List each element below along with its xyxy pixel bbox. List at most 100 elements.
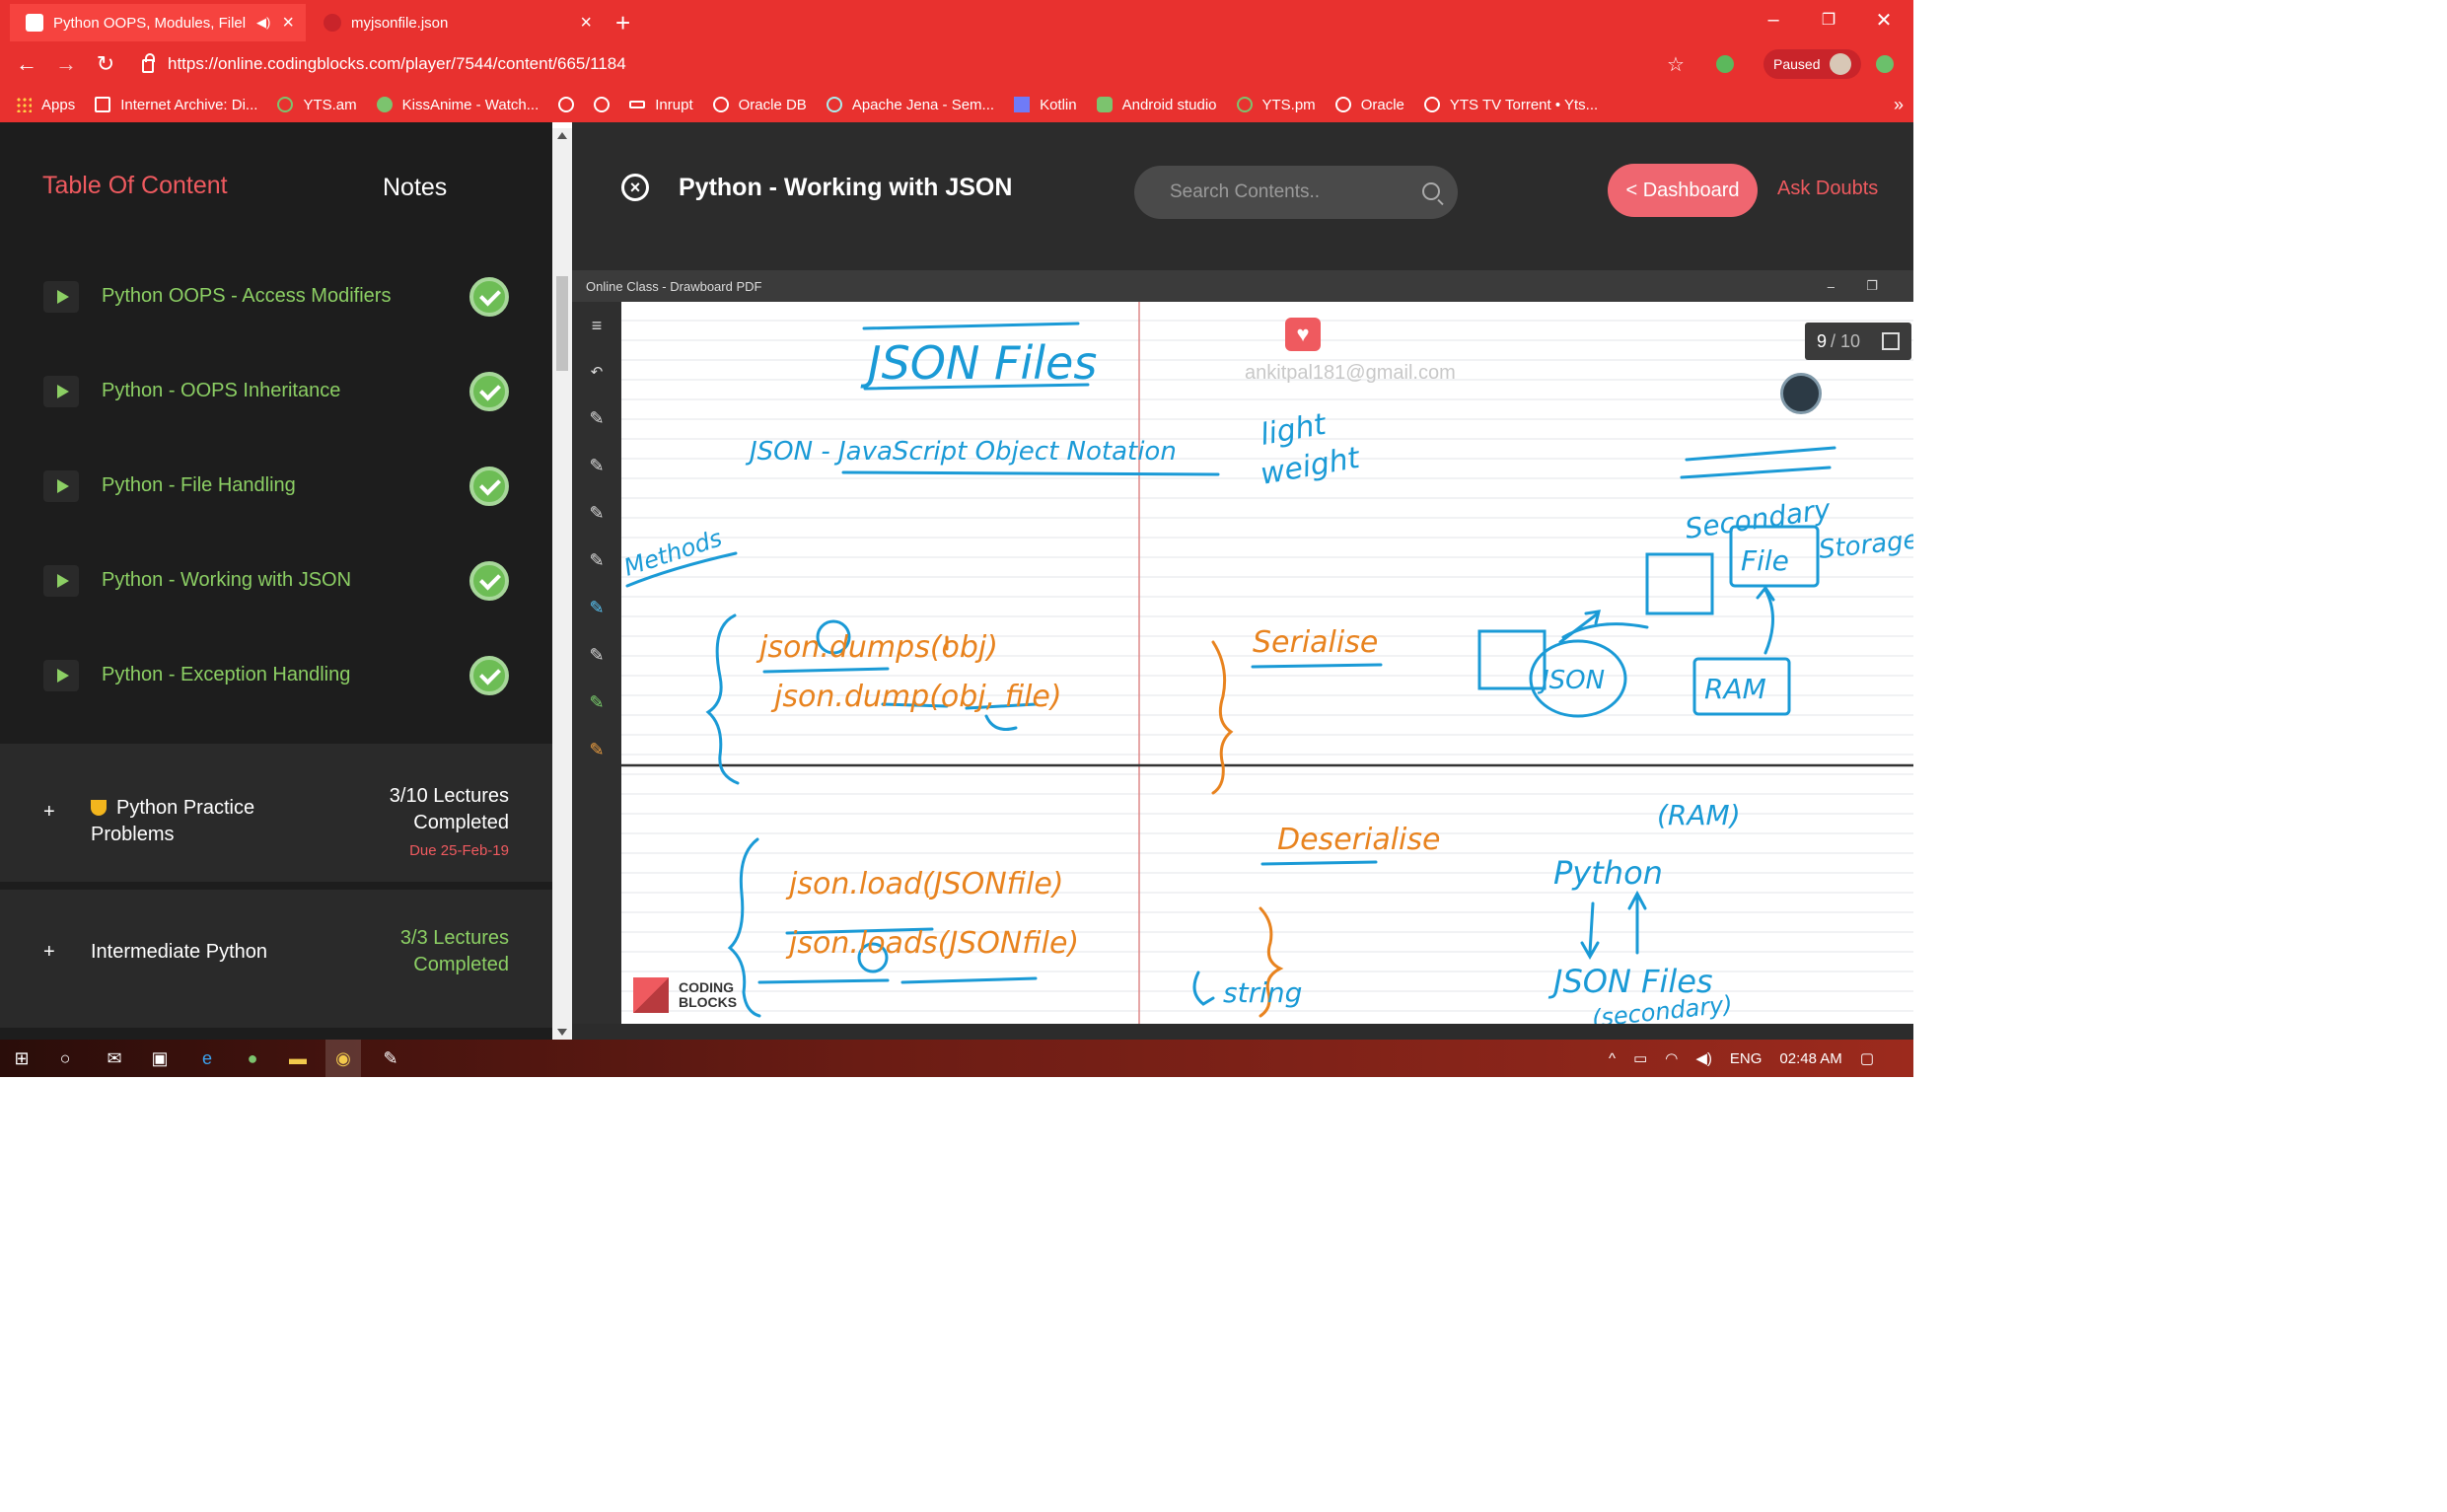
bookmark-label: Oracle DB [738, 96, 807, 113]
bookmark-kissanime[interactable]: KissAnime - Watch... [376, 97, 539, 113]
new-tab-button[interactable]: + [615, 4, 655, 41]
mail-taskbar-button[interactable]: ✉ [103, 1046, 126, 1070]
bookmark-label: YTS TV Torrent • Yts... [1449, 96, 1599, 113]
bookmark-label: YTS.pm [1261, 96, 1316, 113]
yts-icon [277, 97, 294, 112]
cortana-button[interactable]: ○ [53, 1046, 77, 1070]
minimize-button[interactable]: – [1746, 0, 1801, 39]
search-placeholder: Search Contents.. [1170, 181, 1321, 202]
logo-line: BLOCKS [679, 994, 738, 1010]
bookmark-apps[interactable]: Apps [16, 97, 75, 113]
lesson-item[interactable]: Python - File Handling [0, 433, 552, 528]
bookmark-oracle[interactable]: Oracle [1334, 97, 1404, 113]
ask-doubts-link[interactable]: Ask Doubts [1777, 178, 1878, 200]
back-button[interactable]: ← [12, 49, 41, 79]
chrome-taskbar-button[interactable]: ◉ [325, 1040, 361, 1077]
section-python-practice-problems[interactable]: + Python Practice Problems 3/10 Lectures… [0, 744, 552, 882]
bookmark-oracle-db[interactable]: Oracle DB [712, 96, 807, 113]
sidebar: Table Of Content Notes Python OOPS - Acc… [0, 122, 552, 1040]
more-bookmarks-button[interactable]: » [1894, 95, 1904, 115]
reload-button[interactable]: ↻ [91, 49, 120, 79]
page-indicator[interactable]: 9 / 10 [1805, 323, 1911, 360]
close-player-button[interactable]: × [621, 174, 649, 201]
close-window-button[interactable]: ✕ [1856, 0, 1911, 39]
progress-line: 3/10 Lectures [389, 785, 509, 807]
bookmark-label: Internet Archive: Di... [120, 96, 258, 113]
bookmark-globe[interactable] [558, 97, 575, 112]
bookmark-internet-archive[interactable]: Internet Archive: Di... [95, 97, 257, 113]
lesson-item[interactable]: Python - OOPS Inheritance [0, 338, 552, 433]
file-explorer-taskbar-button[interactable]: ▬ [286, 1046, 310, 1070]
section-intermediate-python[interactable]: + Intermediate Python 3/3 Lectures Compl… [0, 890, 552, 1028]
volume-icon[interactable]: ◀) [1695, 1049, 1712, 1067]
tab-title: Python OOPS, Modules, Filel [53, 14, 247, 32]
bookmark-yts-am[interactable]: YTS.am [277, 97, 357, 113]
scroll-up-icon[interactable] [557, 132, 567, 139]
progress-line: Completed [413, 954, 509, 975]
bookmarks-bar: Apps Internet Archive: Di... YTS.am Kiss… [0, 87, 1913, 122]
edge-taskbar-button[interactable]: e [195, 1046, 219, 1070]
lesson-item[interactable]: Python OOPS - Access Modifiers [0, 244, 552, 338]
plus-icon: + [615, 7, 631, 37]
torrent-taskbar-button[interactable]: ● [241, 1046, 264, 1070]
language-indicator[interactable]: ENG [1730, 1050, 1763, 1067]
scrollbar-thumb[interactable] [556, 276, 568, 371]
avatar [1830, 53, 1852, 75]
tab-notes[interactable]: Notes [383, 174, 447, 202]
tab-myjsonfile[interactable]: myjsonfile.json × [308, 4, 604, 41]
address-bar[interactable]: https://online.codingblocks.com/player/7… [142, 47, 1700, 81]
bookmark-kotlin[interactable]: Kotlin [1014, 97, 1077, 113]
document-taskbar-button[interactable]: ✎ [379, 1046, 402, 1070]
speaker-icon[interactable]: ◀) [256, 15, 270, 31]
forward-button[interactable]: → [51, 49, 81, 79]
search-icon[interactable] [1422, 182, 1440, 200]
restore-button[interactable]: ❐ [1801, 0, 1856, 39]
profile-paused-button[interactable]: Paused [1763, 49, 1862, 79]
app-taskbar-button[interactable]: ▣ [148, 1046, 172, 1070]
lesson-item[interactable]: Python - Working with JSON [0, 528, 552, 622]
restore-icon: ❐ [1866, 278, 1878, 293]
bookmark-yts-pm[interactable]: YTS.pm [1236, 96, 1316, 113]
search-input[interactable]: Search Contents.. [1134, 166, 1458, 219]
heart-button[interactable]: ♥ [1285, 318, 1321, 351]
restore-icon: ❐ [1821, 12, 1836, 29]
scroll-down-icon[interactable] [557, 1029, 567, 1036]
kissanime-icon [376, 97, 393, 112]
bookmark-apache-jena[interactable]: Apache Jena - Sem... [826, 97, 994, 113]
notifications-icon[interactable]: ▢ [1860, 1049, 1874, 1067]
dashboard-button[interactable]: < Dashboard [1608, 164, 1758, 217]
page-total: / 10 [1831, 330, 1861, 351]
grid-view-icon[interactable] [1882, 332, 1900, 350]
wb-ram-paren: (RAM) [1657, 799, 1741, 831]
windows-start-button[interactable]: ⊞ [10, 1046, 34, 1070]
wifi-icon[interactable]: ◠ [1665, 1049, 1678, 1067]
chevron-up-icon[interactable]: ^ [1609, 1050, 1616, 1067]
lesson-item[interactable]: Python - Exception Handling [0, 622, 552, 717]
bookmark-yts-tv[interactable]: YTS TV Torrent • Yts... [1423, 96, 1599, 113]
close-tab-icon[interactable]: × [282, 12, 294, 35]
tab-python-oops[interactable]: Python OOPS, Modules, Filel ◀) × [10, 4, 306, 41]
check-circle-icon [469, 372, 509, 411]
bookmark-label: Apps [41, 96, 76, 113]
battery-icon[interactable]: ▭ [1633, 1049, 1647, 1067]
expand-plus-icon[interactable]: + [43, 941, 55, 964]
tab-table-of-content[interactable]: Table Of Content [42, 172, 228, 200]
clock[interactable]: 02:48 AM [1779, 1050, 1841, 1067]
globe-icon [558, 97, 575, 112]
minimize-icon: – [1827, 278, 1835, 294]
bookmark-android-studio[interactable]: Android studio [1096, 97, 1217, 113]
close-tab-icon[interactable]: × [580, 12, 592, 35]
page-current: 9 [1817, 330, 1828, 351]
windows-logo-icon: ⊞ [14, 1048, 30, 1068]
bookmark-star-button[interactable]: ☆ [1661, 49, 1691, 79]
bookmark-globe[interactable] [594, 97, 611, 112]
extension-button[interactable] [1710, 49, 1740, 79]
expand-plus-icon[interactable]: + [43, 801, 55, 824]
video-player[interactable]: Online Class - Drawboard PDF – ❐ ≡ ↶ ✎ ✎… [572, 251, 1913, 1040]
update-button[interactable] [1870, 49, 1900, 79]
sidebar-scrollbar[interactable] [552, 128, 572, 1040]
app-icon: ▣ [151, 1048, 169, 1068]
wb-serialise: Serialise [1253, 625, 1378, 660]
lasso-target-icon[interactable] [1780, 373, 1822, 414]
bookmark-inrupt[interactable]: Inrupt [629, 97, 693, 113]
